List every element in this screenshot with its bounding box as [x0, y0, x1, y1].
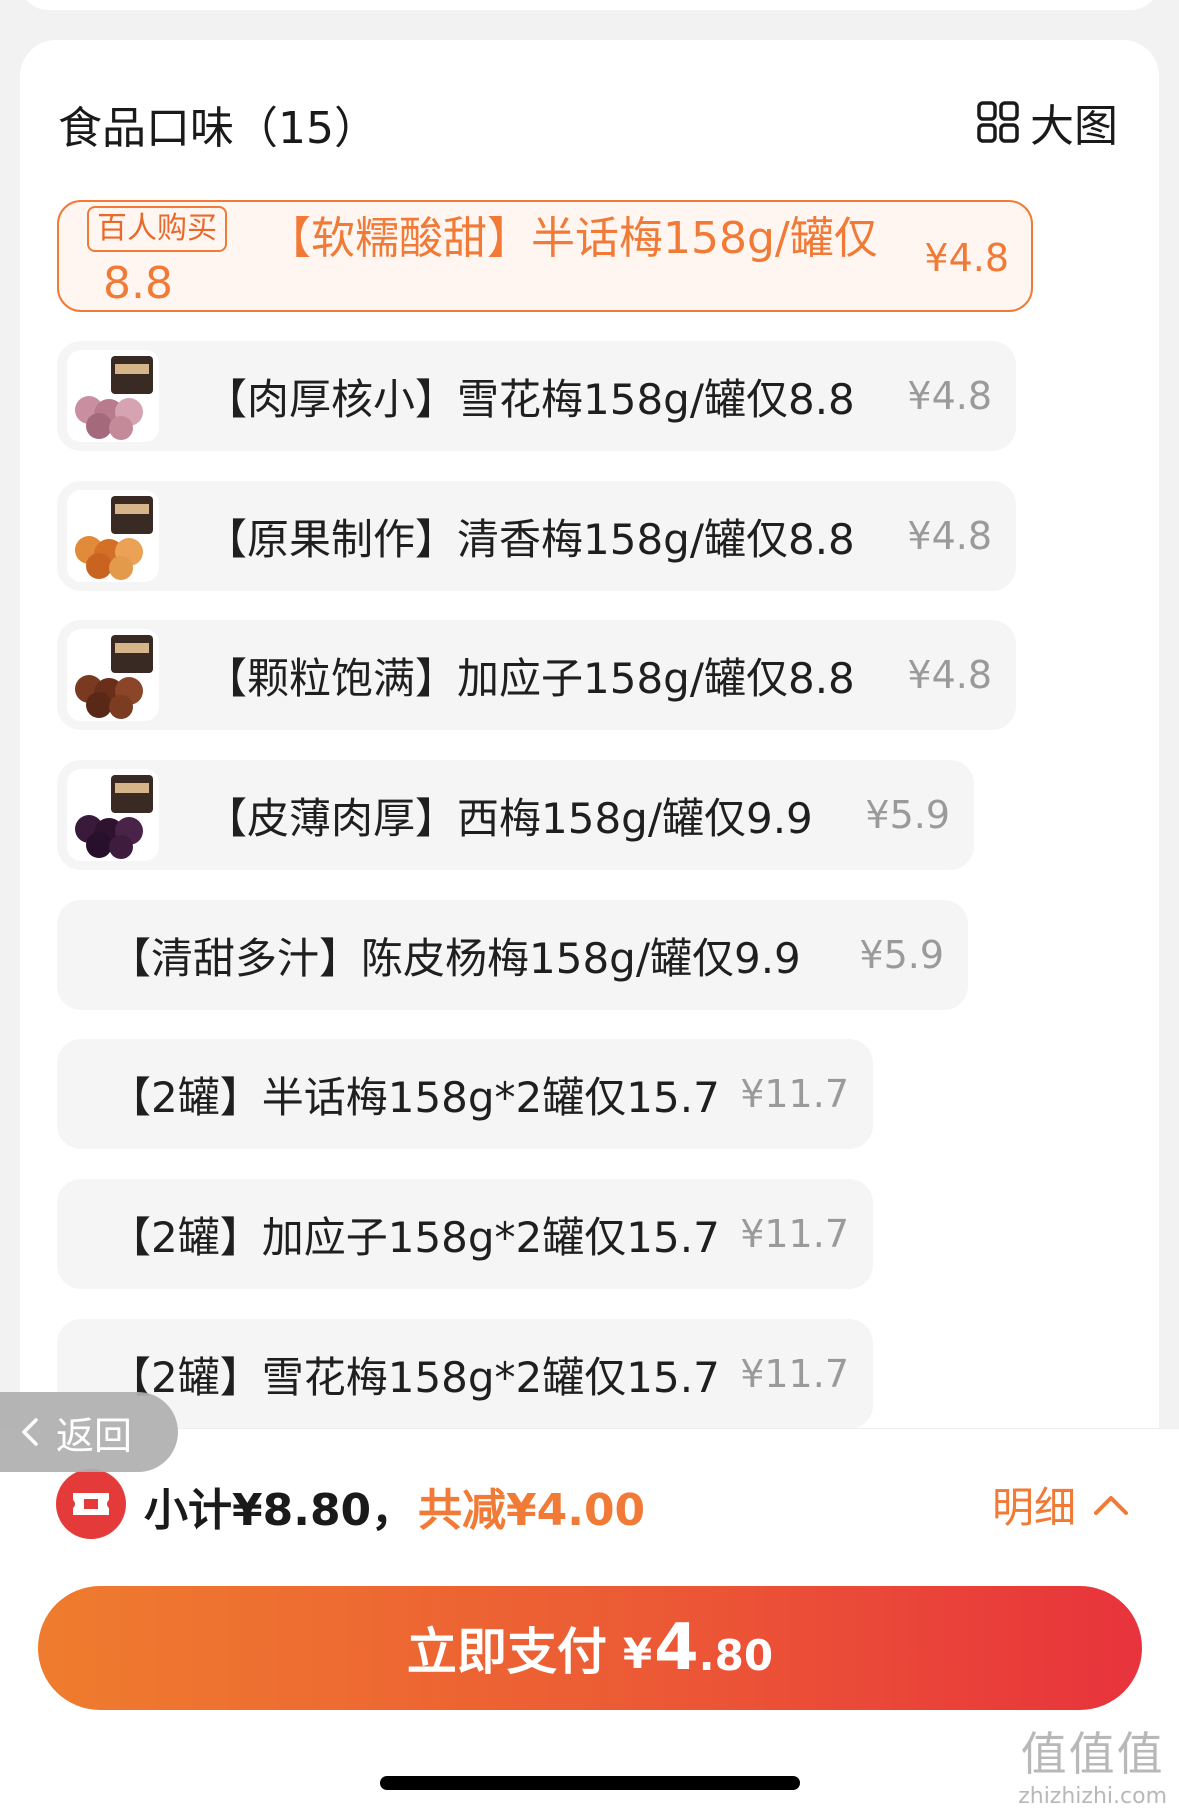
flavor-option[interactable]: 【2罐】加应子158g*2罐仅15.7 ¥11.7 [57, 1179, 873, 1289]
option-price: ¥5.9 [859, 933, 944, 977]
flavor-option[interactable]: 【2罐】雪花梅158g*2罐仅15.7 ¥11.7 [57, 1319, 873, 1429]
option-price: ¥11.7 [740, 1352, 849, 1396]
option-name-continued: 8.8 [103, 258, 173, 309]
option-name: 【软糯酸甜】半话梅158g/罐仅 [267, 213, 878, 264]
flavor-option[interactable]: 【颗粒饱满】加应子158g/罐仅8.8 ¥4.8 [57, 620, 1016, 730]
grid-view-icon [977, 101, 1019, 143]
popular-badge: 百人购买 [87, 206, 227, 252]
pay-label: 立即支付 [406, 1623, 607, 1681]
product-thumbnail [67, 350, 159, 442]
option-name: 【2罐】雪花梅158g*2罐仅15.7 [109, 1352, 720, 1402]
flavor-option[interactable]: 【皮薄肉厚】西梅158g/罐仅9.9 ¥5.9 [57, 760, 974, 870]
product-thumbnail [67, 629, 159, 721]
flavor-option[interactable]: 【原果制作】清香梅158g/罐仅8.8 ¥4.8 [57, 481, 1016, 591]
pay-now-button[interactable]: 立即支付 ¥ 4 .80 [38, 1586, 1142, 1710]
section-title: 食品口味（15） [58, 103, 378, 154]
option-name: 【皮薄肉厚】西梅158g/罐仅9.9 [205, 793, 813, 843]
option-name: 【肉厚核小】雪花梅158g/罐仅8.8 [205, 374, 855, 424]
watermark-logo: 值值值 [1020, 1727, 1165, 1781]
option-name: 【原果制作】清香梅158g/罐仅8.8 [205, 514, 855, 564]
option-name: 【清甜多汁】陈皮杨梅158g/罐仅9.9 [109, 933, 801, 983]
flavor-option[interactable]: 【2罐】半话梅158g*2罐仅15.7 ¥11.7 [57, 1039, 873, 1149]
option-price: ¥4.8 [907, 653, 992, 697]
back-button[interactable]: 返回 [0, 1392, 178, 1472]
pay-amount-integer: 4 [654, 1611, 699, 1685]
product-thumbnail [67, 490, 159, 582]
pay-amount-decimal: .80 [698, 1630, 774, 1680]
flavor-option[interactable]: 【清甜多汁】陈皮杨梅158g/罐仅9.9 ¥5.9 [57, 900, 968, 1010]
chevron-up-icon [1094, 1495, 1129, 1515]
back-label: 返回 [56, 1413, 133, 1458]
option-price: ¥4.8 [907, 514, 992, 558]
flavor-option-selected[interactable]: 百人购买 【软糯酸甜】半话梅158g/罐仅 8.8 ¥4.8 [57, 200, 1033, 312]
product-thumbnail [67, 769, 159, 861]
option-name: 【2罐】半话梅158g*2罐仅15.7 [109, 1072, 720, 1122]
large-image-label: 大图 [1030, 101, 1118, 152]
large-image-toggle[interactable]: 大图 [976, 90, 1118, 154]
subtotal-text: 小计¥8.80， [144, 1485, 416, 1536]
details-toggle[interactable]: 明细 [992, 1474, 1130, 1535]
site-watermark: 值值值 zhizhizhi.com [1018, 1718, 1167, 1809]
option-name: 【2罐】加应子158g*2罐仅15.7 [109, 1212, 720, 1262]
watermark-url: zhizhizhi.com [1018, 1784, 1167, 1809]
coupon-icon [56, 1469, 126, 1539]
pay-currency: ¥ [622, 1628, 653, 1678]
option-price: ¥4.8 [907, 374, 992, 418]
chevron-left-icon [22, 1418, 38, 1446]
flavor-option[interactable]: 【肉厚核小】雪花梅158g/罐仅8.8 ¥4.8 [57, 341, 1016, 451]
option-price: ¥5.9 [865, 793, 950, 837]
option-price: ¥11.7 [740, 1072, 849, 1116]
checkout-footer: 小计¥8.80， 共减¥4.00 明细 立即支付 ¥ 4 .80 [0, 1428, 1179, 1813]
home-indicator[interactable] [380, 1776, 800, 1790]
option-price: ¥11.7 [740, 1212, 849, 1256]
option-name: 【颗粒饱满】加应子158g/罐仅8.8 [205, 653, 855, 703]
previous-card-edge [20, 0, 1159, 10]
discount-text: 共减¥4.00 [418, 1485, 646, 1536]
option-price: ¥4.8 [924, 236, 1009, 280]
details-label: 明细 [992, 1483, 1077, 1532]
